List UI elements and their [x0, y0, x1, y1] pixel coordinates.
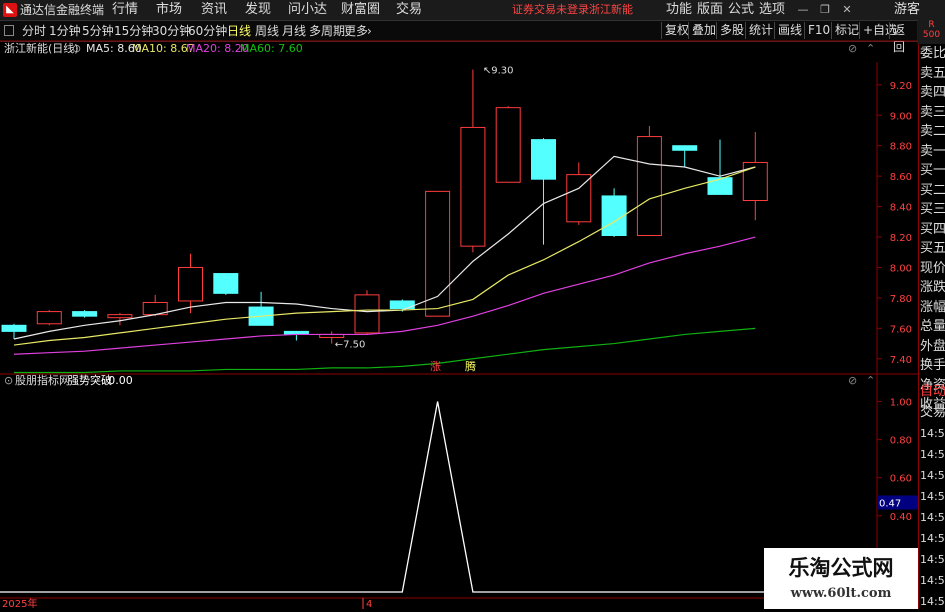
- quote-field-label: 卖一: [920, 143, 945, 159]
- tick-time: 14:56: [920, 469, 945, 482]
- zhang-marker: 涨: [430, 360, 441, 373]
- y-tick-label: 7.80: [890, 294, 912, 305]
- tick-time: 14:56: [920, 448, 945, 461]
- low-annotation: ←7.50: [335, 340, 366, 351]
- candle-body: [742, 161, 768, 201]
- ma-line-ma60: [14, 327, 756, 374]
- teng-marker: 腾: [465, 359, 476, 373]
- sub-y-tick-label: 1.00: [890, 398, 912, 409]
- watermark-box: 乐淘公式网 www.60lt.com: [764, 548, 918, 609]
- trade-label: 交易: [920, 405, 945, 420]
- quote-field-label: 委比: [920, 46, 945, 61]
- quote-field-label: 外盘: [920, 338, 945, 354]
- quote-field-label: 卖四: [920, 85, 945, 100]
- candle-body: [213, 273, 239, 294]
- candle-body: [107, 314, 133, 319]
- tick-time: 14:56: [920, 490, 945, 503]
- date-label: 4: [366, 599, 372, 609]
- y-tick-label: 9.20: [890, 81, 912, 92]
- y-tick-label: 8.80: [890, 142, 912, 153]
- rbadge-num: 500: [922, 30, 941, 40]
- quote-field-label: 涨跌: [920, 280, 945, 295]
- y-tick-label: 8.20: [890, 233, 912, 244]
- chart-canvas[interactable]: 9.20 9.00 8.80 8.60 8.40 8.20 8.00 7.80 7.60 7.40…: [0, 0, 918, 609]
- candle-body: [36, 311, 62, 325]
- tick-time: 14:56: [920, 427, 945, 440]
- candle-body: [354, 294, 380, 334]
- candle-body: [495, 107, 521, 183]
- rbadge: R 500: [918, 20, 945, 44]
- sub-value-marker-text: 0.47: [879, 498, 901, 509]
- date-label: 2025年: [2, 597, 37, 609]
- quote-field-label: 买三: [920, 202, 945, 217]
- tick-time: 14:56: [920, 553, 945, 566]
- candle-body: [707, 177, 733, 195]
- sub-y-tick-label: 0.60: [890, 474, 912, 485]
- quote-field-label: 总量: [920, 319, 945, 334]
- candle-body: [672, 145, 698, 151]
- quote-field-label: 卖三: [920, 104, 945, 120]
- quote-field-label: 现价: [920, 260, 945, 276]
- y-tick-label: 9.00: [890, 111, 912, 122]
- quote-field-label: 买五: [920, 241, 945, 256]
- sub-y-tick-label: 0.80: [890, 436, 912, 447]
- candle-body: [1, 324, 27, 332]
- quote-field-label: 买二: [920, 182, 945, 198]
- tick-time: 14:56: [920, 511, 945, 524]
- quote-field-label: 涨幅: [920, 299, 945, 315]
- candle-body: [636, 136, 662, 237]
- candle-body: [460, 126, 486, 247]
- watermark-url: www.60lt.com: [790, 586, 892, 601]
- y-tick-label: 8.40: [890, 203, 912, 214]
- quote-field-label: 买一: [920, 163, 945, 178]
- quote-field-label: 卖五: [920, 65, 945, 81]
- high-annotation: ↖9.30: [483, 66, 514, 77]
- ma-line-ma20: [13, 236, 756, 355]
- candle-body: [178, 266, 203, 302]
- tick-time: 14:56: [920, 595, 945, 608]
- candle-body: [566, 174, 592, 223]
- y-tick-label: 7.40: [890, 355, 912, 366]
- tick-time: 14:56: [920, 532, 945, 545]
- rbadge-r: R: [928, 20, 935, 30]
- y-tick-label: 8.00: [890, 263, 912, 274]
- quote-field-label: 换手: [920, 358, 945, 373]
- tick-time: 14:56: [920, 574, 945, 587]
- candle-body: [425, 190, 451, 317]
- candle-body: [72, 311, 98, 317]
- trade-label[interactable]: 自动: [920, 382, 945, 401]
- sub-y-tick-label: 0.40: [890, 512, 912, 523]
- y-tick-label: 8.60: [890, 172, 912, 183]
- watermark-title: 乐淘公式网: [788, 556, 894, 580]
- y-tick-label: 7.60: [890, 324, 912, 335]
- signal-line: [0, 401, 766, 593]
- quote-field-label: 卖二: [920, 124, 945, 139]
- candle-body: [531, 139, 556, 180]
- quote-field-label: 买四: [920, 221, 945, 237]
